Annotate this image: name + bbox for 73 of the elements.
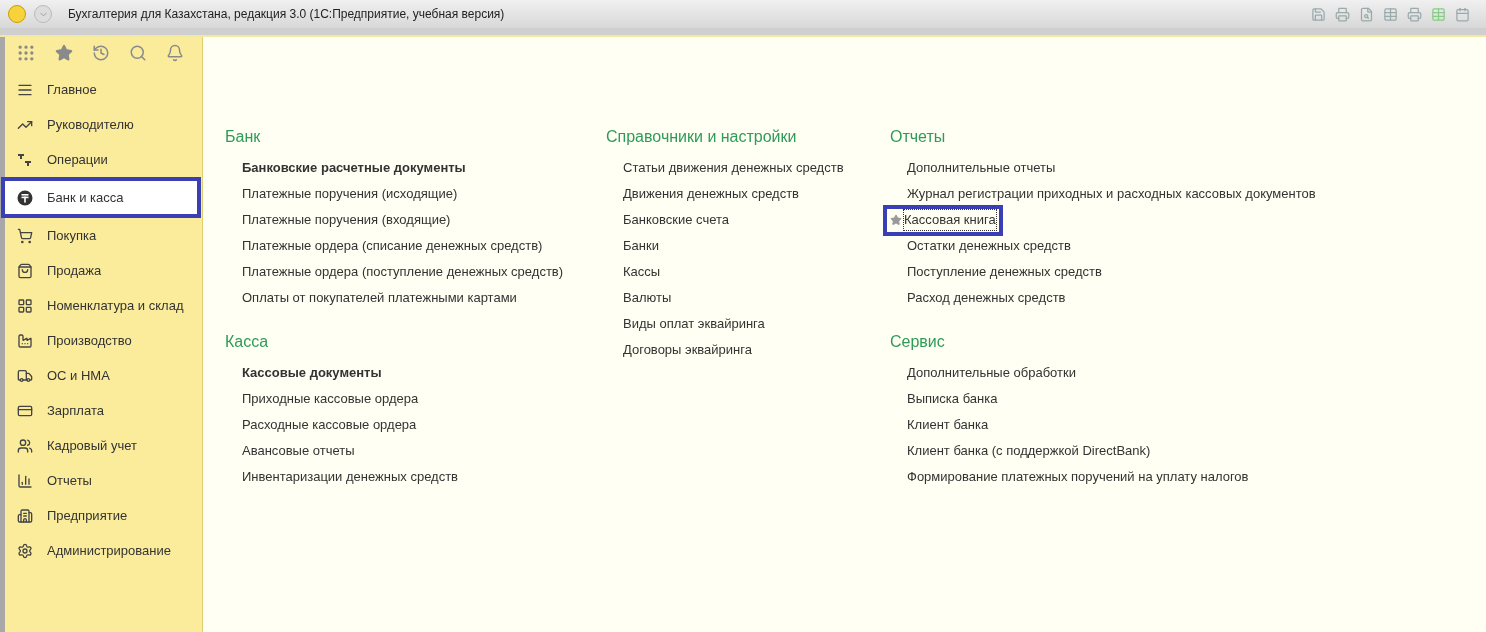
nav-link[interactable]: Движения денежных средств [623,184,800,204]
sidebar-item[interactable]: Продажа [5,253,202,288]
section-heading: Сервис [890,332,946,352]
sidebar-item[interactable]: ОС и НМА [5,358,202,393]
nav-link[interactable]: Расходные кассовые ордера [242,415,417,435]
sidebar-item[interactable]: Отчеты [5,463,202,498]
app-logo-icon [8,5,26,23]
sidebar-item[interactable]: Кадровый учет [5,428,202,463]
bar-chart-icon [17,472,33,489]
preview-icon[interactable] [1359,6,1374,22]
nav-link[interactable]: Приходные кассовые ордера [242,389,419,409]
sidebar-item[interactable]: Покупка [5,218,202,253]
apps-grid-icon[interactable] [16,43,36,63]
section-heading: Касса [225,332,270,352]
section-heading: Отчеты [890,127,947,147]
bag-icon [17,262,33,279]
sidebar-item[interactable]: Руководителю [5,107,202,142]
building-icon [17,507,33,524]
bell-icon[interactable] [166,44,184,62]
calendar-icon[interactable] [1455,6,1470,22]
section-heading: Банк [225,127,262,147]
sidebar-item[interactable]: Банк и касса [1,177,201,218]
truck-icon [17,367,33,384]
nav-link[interactable]: Поступление денежных средств [907,262,1102,282]
sidebar-item[interactable]: Операции [5,142,202,177]
nav-link[interactable]: Статьи движения денежных средств [623,158,844,178]
nav-link[interactable]: Платежные ордера (поступление денежных средств) [242,262,564,282]
nav-link[interactable]: Авансовые отчеты [242,441,355,461]
favorite-star-icon[interactable] [890,214,902,226]
sidebar-item[interactable]: Зарплата [5,393,202,428]
nav-link[interactable]: Выписка банка [907,389,998,409]
save-icon[interactable] [1311,6,1326,22]
coin-icon [17,189,33,206]
sidebar-item[interactable]: Главное [5,72,202,107]
nav-link[interactable]: Журнал регистрации приходных и расходных кассовых документов [907,184,1316,204]
nav-link[interactable]: Банковские расчетные документы [242,158,466,178]
nav-link[interactable]: Кассовые документы [242,363,382,383]
sidebar-item[interactable]: Администрирование [5,533,202,568]
people-icon [17,437,33,454]
section-heading: Справочники и настройки [606,127,798,147]
nav-link[interactable]: Банки [623,236,659,256]
sidebar-item[interactable]: Производство [5,323,202,358]
tray-printer-icon[interactable] [1407,6,1422,22]
nav-link[interactable]: Дополнительные отчеты [907,158,1056,178]
nav-link[interactable]: Валюты [623,288,672,308]
nav-link[interactable]: Платежные ордера (списание денежных средств) [242,236,543,256]
printer-icon[interactable] [1335,6,1350,22]
nav-link[interactable]: Кассы [623,262,661,282]
favorites-icon[interactable] [55,44,73,62]
menu-dropdown-button[interactable] [34,5,52,23]
nav-link[interactable]: Оплаты от покупателей платежными картами [242,288,517,308]
nav-link[interactable]: Банковские счета [623,210,730,230]
nav-link[interactable]: Расход денежных средств [907,288,1066,308]
nav-link[interactable]: Виды оплат эквайринга [623,314,765,334]
sidebar-item[interactable]: Предприятие [5,498,202,533]
window-title: Бухгалтерия для Казахстана, редакция 3.0 (1С:Предприятие, учебная версия) [68,6,505,23]
nav-link[interactable]: Договоры эквайринга [623,340,752,360]
nav-link[interactable]: Дополнительные обработки [907,363,1076,383]
nav-link[interactable]: Кассовая книга [904,210,996,230]
nav-link[interactable]: Клиент банка [907,415,989,435]
history-icon[interactable] [92,44,110,62]
factory-icon [17,332,33,349]
grid-icon [17,297,33,314]
nav-link[interactable]: Платежные поручения (исходящие) [242,184,458,204]
sidebar-item[interactable]: Номенклатура и склад [5,288,202,323]
nav-link[interactable]: Клиент банка (с поддержкой DirectBank) [907,441,1151,461]
settings-icon [17,542,33,559]
nav-link[interactable]: Остатки денежных средств [907,236,1071,256]
nav-link[interactable]: Формирование платежных поручений на уплату налогов [907,467,1249,487]
search-icon[interactable] [129,44,147,62]
nav-link[interactable]: Инвентаризации денежных средств [242,467,459,487]
nav-link[interactable]: Платежные поручения (входящие) [242,210,451,230]
cart-icon [17,227,33,244]
